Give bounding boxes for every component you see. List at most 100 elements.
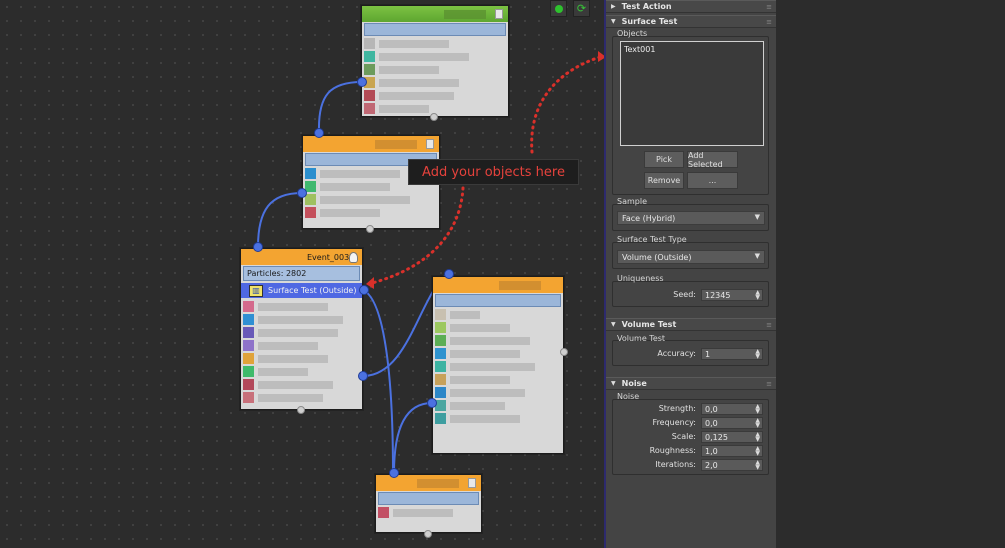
refresh-button[interactable]: ⟳	[573, 0, 590, 17]
list-item[interactable]: Text001	[624, 45, 760, 54]
node-row[interactable]	[433, 412, 563, 425]
iterations-label: Iterations:	[655, 460, 696, 469]
wire	[317, 81, 363, 133]
input-port[interactable]	[389, 468, 399, 478]
rollout-test-action[interactable]: ▶ Test Action ≡	[606, 0, 776, 13]
lightbulb-icon[interactable]	[349, 251, 358, 263]
side-port[interactable]	[560, 348, 568, 356]
node-title-obscured	[444, 9, 486, 19]
output-port[interactable]	[358, 371, 368, 381]
strength-spinner[interactable]: 0,0 ▲ ▼	[701, 403, 763, 415]
node-row[interactable]	[433, 334, 563, 347]
spinner-value: 12345	[705, 290, 731, 300]
output-port[interactable]	[427, 398, 437, 408]
bottom-port[interactable]	[297, 406, 305, 414]
node-title-obscured	[375, 139, 417, 149]
input-port[interactable]	[444, 269, 454, 279]
node-row[interactable]	[241, 313, 362, 326]
node-canvas[interactable]: ⟳ Event_003 Particles: 2802 ▥ Surface Te…	[0, 0, 604, 548]
sample-dropdown[interactable]: Face (Hybrid) ▼	[617, 211, 765, 225]
rollout-surface-test[interactable]: ▼ Surface Test ≡	[606, 15, 776, 28]
node-title-obscured	[417, 478, 459, 488]
spinner-arrows-icon[interactable]: ▲ ▼	[755, 446, 760, 457]
node-header[interactable]	[433, 277, 563, 293]
node-row[interactable]	[433, 347, 563, 360]
rollout-volume-test[interactable]: ▼ Volume Test ≡	[606, 318, 776, 331]
run-indicator-button[interactable]	[550, 0, 567, 17]
spinner-arrows-icon[interactable]: ▲ ▼	[755, 418, 760, 429]
node-row[interactable]	[433, 360, 563, 373]
surface-output-port[interactable]	[359, 285, 369, 295]
add-selected-button[interactable]: Add Selected	[687, 151, 738, 169]
spinner-arrows-icon[interactable]: ▲ ▼	[755, 432, 760, 443]
node-row[interactable]	[433, 308, 563, 321]
node-row[interactable]	[433, 386, 563, 399]
roughness-spinner[interactable]: 1,0 ▲ ▼	[701, 445, 763, 457]
node-row[interactable]	[362, 76, 508, 89]
iterations-spinner[interactable]: 2,0 ▲ ▼	[701, 459, 763, 471]
rollout-noise[interactable]: ▼ Noise ≡	[606, 377, 776, 390]
birth-node[interactable]	[361, 5, 509, 117]
node-title-obscured	[499, 280, 541, 290]
frequency-spinner[interactable]: 0,0 ▲ ▼	[701, 417, 763, 429]
node-row[interactable]	[362, 63, 508, 76]
node-row[interactable]	[376, 506, 481, 519]
node-row[interactable]	[241, 352, 362, 365]
objects-list[interactable]: Text001	[620, 41, 764, 146]
more-button[interactable]: ...	[687, 172, 738, 189]
node-row[interactable]	[241, 378, 362, 391]
node-row[interactable]	[362, 37, 508, 50]
node-row[interactable]	[433, 373, 563, 386]
node-row[interactable]	[241, 339, 362, 352]
output-port[interactable]	[297, 188, 307, 198]
remove-button[interactable]: Remove	[644, 172, 684, 189]
seed-spinner[interactable]: 12345 ▲ ▼	[701, 289, 763, 301]
pick-button[interactable]: Pick	[644, 151, 684, 168]
node-row[interactable]	[241, 391, 362, 404]
node-header[interactable]	[303, 136, 439, 152]
event-node-5[interactable]	[375, 474, 482, 533]
strength-label: Strength:	[658, 404, 696, 413]
input-port[interactable]	[430, 113, 438, 121]
wire	[257, 192, 303, 248]
collapse-arrow-icon: ▼	[611, 18, 616, 25]
node-row[interactable]	[303, 206, 439, 219]
node-row[interactable]	[303, 193, 439, 206]
spinner-arrows-icon[interactable]: ▲ ▼	[755, 290, 760, 301]
surface-type-dropdown[interactable]: Volume (Outside) ▼	[617, 250, 765, 264]
spinner-arrows-icon[interactable]: ▲ ▼	[755, 404, 760, 415]
trash-icon[interactable]	[426, 139, 434, 149]
refresh-icon: ⟳	[576, 2, 587, 15]
scale-spinner[interactable]: 0,125 ▲ ▼	[701, 431, 763, 443]
spinner-value: 2,0	[705, 460, 718, 470]
rollout-title: Surface Test	[621, 17, 678, 26]
node-row[interactable]	[433, 321, 563, 334]
node-row[interactable]	[241, 300, 362, 313]
node-row[interactable]	[362, 89, 508, 102]
spinner-arrows-icon[interactable]: ▲ ▼	[755, 349, 760, 360]
output-port[interactable]	[357, 77, 367, 87]
input-port[interactable]	[253, 242, 263, 252]
rollout-title: Test Action	[621, 2, 672, 11]
bottom-port[interactable]	[424, 530, 432, 538]
bottom-port[interactable]	[366, 225, 374, 233]
node-header[interactable]	[362, 6, 508, 22]
accuracy-spinner[interactable]: 1 ▲ ▼	[701, 348, 763, 360]
collapse-arrow-icon: ▼	[611, 321, 616, 328]
node-row[interactable]	[241, 326, 362, 339]
trash-icon[interactable]	[495, 9, 503, 19]
spinner-value: 1,0	[705, 446, 718, 456]
surface-test-icon: ▥	[249, 284, 263, 297]
panel-empty-area	[776, 0, 1005, 548]
event-node-4[interactable]	[432, 276, 564, 454]
surface-test-operator[interactable]: ▥ Surface Test (Outside)	[241, 283, 362, 298]
node-row[interactable]	[433, 399, 563, 412]
node-row[interactable]	[362, 50, 508, 63]
spinner-arrows-icon[interactable]: ▲ ▼	[755, 460, 760, 471]
input-port[interactable]	[314, 128, 324, 138]
status-dot-icon	[554, 4, 563, 13]
grip-icon: ≡	[766, 18, 772, 26]
trash-icon[interactable]	[468, 478, 476, 488]
node-row[interactable]	[241, 365, 362, 378]
event-003-node[interactable]: Event_003 Particles: 2802 ▥ Surface Test…	[240, 248, 363, 410]
